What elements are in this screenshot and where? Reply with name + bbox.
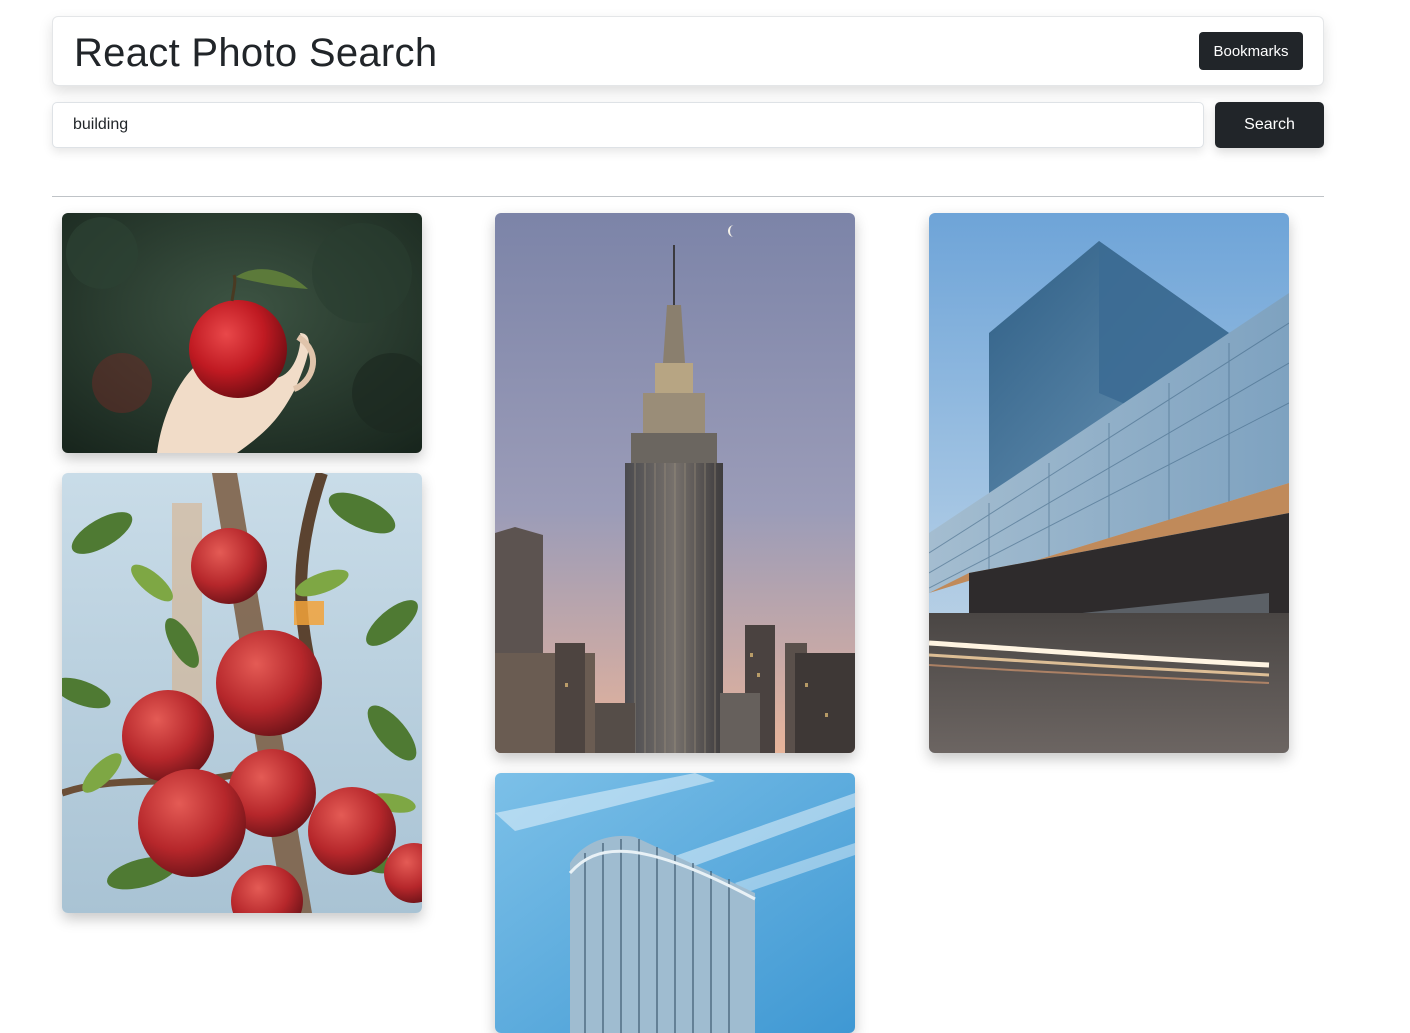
- search-button[interactable]: Search: [1215, 102, 1324, 148]
- page-title: React Photo Search: [74, 31, 438, 75]
- photo-card-apple-hand[interactable]: [62, 213, 422, 453]
- search-input[interactable]: [52, 102, 1204, 148]
- photo-image: [495, 773, 855, 1033]
- photo-image: [495, 213, 855, 753]
- photo-card-glass-office[interactable]: [495, 773, 855, 1033]
- photo-image: [62, 473, 422, 913]
- photo-card-empire-state[interactable]: [495, 213, 855, 753]
- photo-image: [929, 213, 1289, 753]
- app-header: React Photo Search Bookmarks: [52, 16, 1324, 86]
- bookmarks-button[interactable]: Bookmarks: [1199, 32, 1303, 70]
- photo-image: [62, 213, 422, 453]
- divider: [52, 196, 1324, 197]
- photo-card-apple-tree[interactable]: [62, 473, 422, 913]
- photo-card-glass-building[interactable]: [929, 213, 1289, 753]
